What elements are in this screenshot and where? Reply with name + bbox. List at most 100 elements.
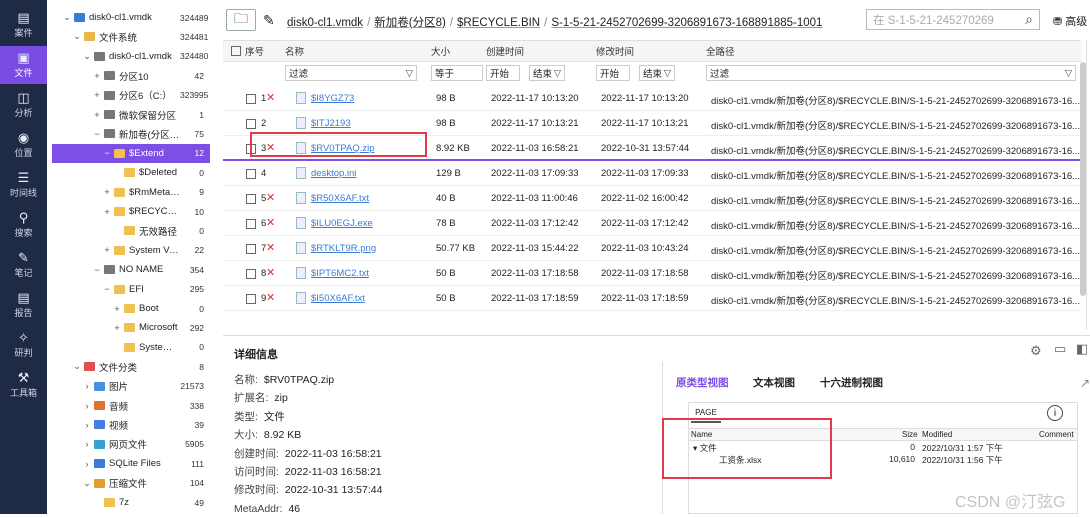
row-checkbox[interactable] xyxy=(246,169,256,179)
tree-item[interactable]: › 视频 39 xyxy=(52,415,210,434)
row-checkbox[interactable] xyxy=(246,94,256,104)
column-header[interactable]: 序号 xyxy=(245,44,264,58)
tree-item[interactable]: + $RECYCLE.BIN 10 xyxy=(52,202,210,221)
expander-icon[interactable]: › xyxy=(82,401,92,411)
expander-icon[interactable]: + xyxy=(92,71,102,81)
column-header[interactable]: 名称 xyxy=(285,44,304,58)
name-filter[interactable]: 过滤 ▽ xyxy=(285,65,417,81)
tree-item[interactable]: ⌄ disk0-cl1.vmdk 324480 xyxy=(52,47,210,66)
nav-item-7[interactable]: ▤ 报告 xyxy=(0,286,47,324)
tree-item[interactable]: + $RmMetadata 9 xyxy=(52,183,210,202)
nav-item-0[interactable]: ▤ 案件 xyxy=(0,6,47,44)
crumb-item[interactable]: S-1-5-21-2452702699-3206891673-168891885… xyxy=(551,17,822,29)
external-link-icon[interactable]: ↗ xyxy=(1080,376,1090,390)
expander-icon[interactable]: + xyxy=(102,207,112,217)
file-name[interactable]: $ITJ2193 xyxy=(311,118,351,129)
tree-item[interactable]: + 微软保留分区 1 xyxy=(52,105,210,124)
tree-item[interactable]: › SQLite Files 111 xyxy=(52,454,210,473)
tab-view[interactable]: 十六进制视图 xyxy=(820,375,883,390)
nav-item-5[interactable]: ⚲ 搜索 xyxy=(0,206,47,244)
expander-icon[interactable]: ⌄ xyxy=(82,478,92,489)
expander-icon[interactable]: + xyxy=(92,110,102,120)
nav-item-3[interactable]: ◉ 位置 xyxy=(0,126,47,164)
row-checkbox[interactable] xyxy=(246,244,256,254)
table-row[interactable]: 5 ✕ $R50X6AF.txt 40 B 2022-11-03 11:00:46 202… xyxy=(223,186,1081,211)
file-name[interactable]: $I8YGZ73 xyxy=(311,93,354,104)
expander-icon[interactable]: − xyxy=(92,129,102,139)
crumb-item[interactable]: $RECYCLE.BIN xyxy=(457,17,540,29)
tree-item[interactable]: › 音频 338 xyxy=(52,396,210,415)
tree-item[interactable]: − 新加卷(分区8)（E:） 75 xyxy=(52,124,210,143)
tree-item[interactable]: − NO NAME 354 xyxy=(52,260,210,279)
tree-item[interactable]: ⌄ 压缩文件 104 xyxy=(52,474,210,493)
tree-item[interactable]: − EFI 295 xyxy=(52,280,210,299)
tree-item[interactable]: ⌄ disk0-cl1.vmdk 324489 xyxy=(52,8,210,27)
nav-item-4[interactable]: ☰ 时间线 xyxy=(0,166,47,204)
crumb-item[interactable]: 新加卷(分区8) xyxy=(374,17,446,29)
size-filter[interactable]: 等于 xyxy=(431,65,483,81)
expander-icon[interactable]: + xyxy=(92,90,102,100)
column-header[interactable]: 全路径 xyxy=(706,44,735,58)
edit-icon[interactable]: ✎ xyxy=(263,12,275,29)
modified-from[interactable]: 开始 xyxy=(596,65,630,81)
expander-icon[interactable]: − xyxy=(102,284,112,294)
row-checkbox[interactable] xyxy=(246,194,256,204)
pin-icon[interactable]: ▭ xyxy=(1054,341,1066,357)
gear-icon[interactable]: ⚙ xyxy=(1030,343,1042,359)
row-checkbox[interactable] xyxy=(246,269,256,279)
file-name[interactable]: desktop.ini xyxy=(311,168,356,179)
expander-icon[interactable]: › xyxy=(82,381,92,391)
filter-icon[interactable]: ▽ xyxy=(554,68,564,79)
search-input[interactable]: 在 S-1-5-21-245270269 ⌕ xyxy=(866,9,1040,30)
crumb-item[interactable]: disk0-cl1.vmdk xyxy=(287,17,363,29)
expander-icon[interactable]: › xyxy=(82,459,92,469)
expander-icon[interactable]: ⌄ xyxy=(62,12,72,23)
modified-to[interactable]: 结束 ▽ xyxy=(639,65,675,81)
tree-item[interactable]: − $Extend 12 xyxy=(52,143,210,163)
table-row[interactable]: 8 ✕ $IPT6MC2.txt 50 B 2022-11-03 17:18:58 202… xyxy=(223,261,1081,286)
file-name[interactable]: $I50X6AF.txt xyxy=(311,293,365,304)
folder-button[interactable]: 🗀 xyxy=(226,9,256,31)
created-to[interactable]: 结束 ▽ xyxy=(529,65,565,81)
table-row[interactable]: 6 ✕ $ILU0EGJ.exe 78 B 2022-11-03 17:12:42 202… xyxy=(223,211,1081,236)
expander-icon[interactable]: − xyxy=(102,148,112,158)
search-icon[interactable]: ⌕ xyxy=(1025,11,1033,28)
table-row[interactable]: 1 ✕ $I8YGZ73 98 B 2022-11-17 10:13:20 2022-11… xyxy=(223,86,1081,111)
column-header[interactable]: 修改时间 xyxy=(596,44,634,58)
archive-col-header[interactable]: Modified xyxy=(922,430,952,439)
tree-item[interactable]: + 分区10 42 xyxy=(52,66,210,85)
tree-item[interactable]: 7z 49 xyxy=(52,493,210,512)
tab-view[interactable]: 原类型视图 xyxy=(676,375,729,390)
nav-item-6[interactable]: ✎ 笔记 xyxy=(0,246,47,284)
nav-item-1[interactable]: ▣ 文件 xyxy=(0,46,47,84)
header-checkbox[interactable] xyxy=(231,46,241,56)
file-name[interactable]: $RTKLT9R.png xyxy=(311,243,376,254)
table-row[interactable]: 9 ✕ $I50X6AF.txt 50 B 2022-11-03 17:18:59 202… xyxy=(223,286,1081,311)
expander-icon[interactable]: + xyxy=(112,304,122,314)
expander-icon[interactable]: › xyxy=(82,439,92,449)
tree-item[interactable]: + Boot 0 xyxy=(52,299,210,318)
table-row[interactable]: 7 ✕ $RTKLT9R.png 50.77 KB 2022-11-03 15:44:2… xyxy=(223,236,1081,261)
info-icon[interactable]: i xyxy=(1047,405,1063,421)
expander-icon[interactable]: + xyxy=(112,323,122,333)
file-name[interactable]: $R50X6AF.txt xyxy=(311,193,369,204)
expander-icon[interactable]: ⌄ xyxy=(82,51,92,62)
path-filter[interactable]: 过滤 ▽ xyxy=(706,65,1076,81)
tab-view[interactable]: 文本视图 xyxy=(753,375,795,390)
expander-icon[interactable]: + xyxy=(102,187,112,197)
tree-item[interactable]: › 网页文件 5905 xyxy=(52,435,210,454)
file-name[interactable]: $ILU0EGJ.exe xyxy=(311,218,373,229)
tree-item[interactable]: ⌄ 文件分类 8 xyxy=(52,357,210,376)
tree-item[interactable]: › 图片 21573 xyxy=(52,377,210,396)
tree-item[interactable]: System Volume… 0 xyxy=(52,338,210,357)
archive-col-header[interactable]: Size xyxy=(902,430,918,439)
expander-icon[interactable]: + xyxy=(102,245,112,255)
tree-item[interactable]: $Deleted 0 xyxy=(52,163,210,182)
file-name[interactable]: $IPT6MC2.txt xyxy=(311,268,369,279)
expander-icon[interactable]: − xyxy=(92,265,102,275)
column-header[interactable]: 创建时间 xyxy=(486,44,524,58)
table-row[interactable]: 4 desktop.ini 129 B 2022-11-03 17:09:33 2022… xyxy=(223,161,1081,186)
row-checkbox[interactable] xyxy=(246,119,256,129)
advanced-button[interactable]: ⛃ 高级 xyxy=(1053,13,1087,29)
tree-item[interactable]: + System Volume… 22 xyxy=(52,241,210,260)
